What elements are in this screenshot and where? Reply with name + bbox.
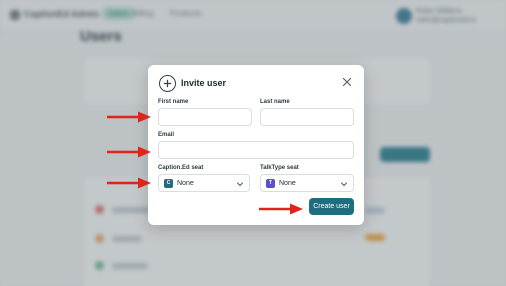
email-field[interactable]: [158, 141, 354, 159]
annotation-arrow-icon: [106, 110, 152, 124]
email-label: Email: [158, 132, 175, 138]
chevron-down-icon: [236, 180, 244, 188]
close-icon[interactable]: [342, 77, 352, 87]
annotation-arrow-icon: [106, 145, 152, 159]
last-name-field[interactable]: [260, 108, 354, 126]
captioned-seat-select[interactable]: C None: [158, 174, 250, 192]
talktype-seat-select[interactable]: T None: [260, 174, 354, 192]
first-name-field[interactable]: [158, 108, 252, 126]
first-name-label: First name: [158, 99, 189, 105]
modal-title: Invite user: [181, 78, 227, 88]
captioned-logo-icon: C: [164, 178, 173, 188]
talktype-seat-label: TalkType seat: [260, 165, 299, 171]
chevron-down-icon: [340, 180, 348, 188]
captioned-seat-label: Caption.Ed seat: [158, 165, 204, 171]
talktype-seat-value: None: [279, 179, 296, 187]
last-name-label: Last name: [260, 99, 290, 105]
captioned-seat-value: None: [177, 179, 194, 187]
annotation-arrow-icon: [258, 202, 304, 216]
create-user-button[interactable]: Create user: [309, 198, 354, 215]
annotation-arrow-icon: [106, 176, 152, 190]
plus-circle-icon: [159, 75, 176, 92]
talktype-logo-icon: T: [266, 178, 275, 188]
